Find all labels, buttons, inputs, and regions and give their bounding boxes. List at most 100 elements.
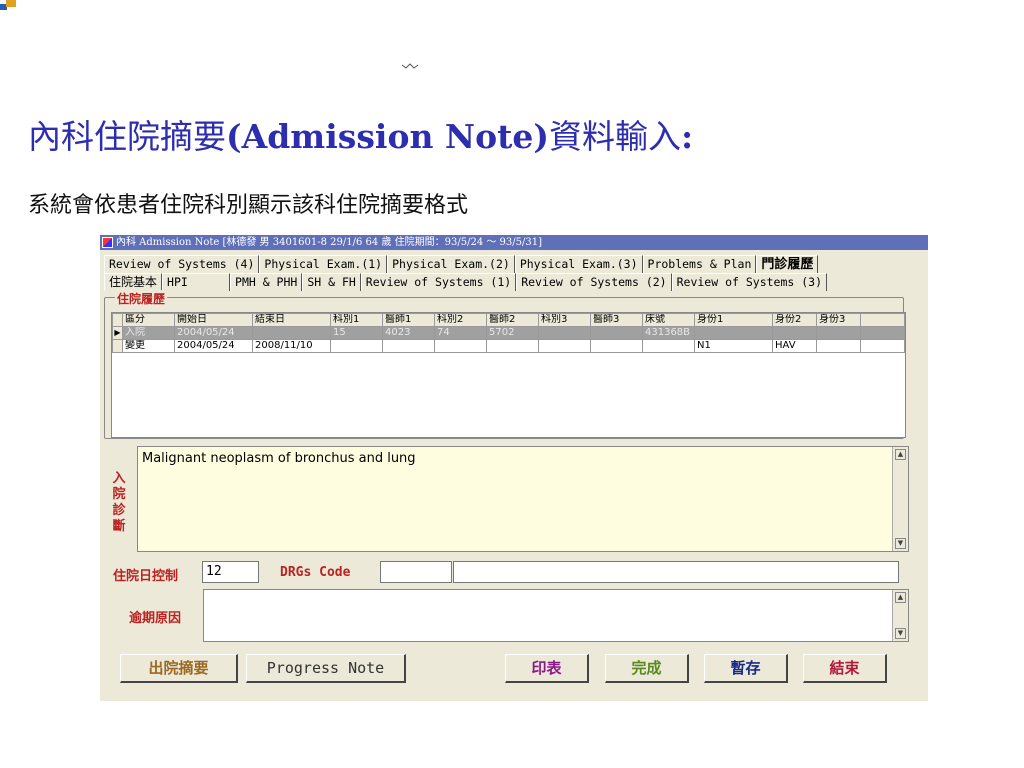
table-cell[interactable] (694, 326, 773, 340)
row-indicator-icon: ▶ (112, 326, 123, 340)
grid-corner (112, 313, 123, 327)
table-cell[interactable] (252, 326, 331, 340)
table-cell[interactable]: 2004/05/24 (174, 326, 253, 340)
tab-review-of-systems-4[interactable]: Review of Systems (4) (104, 255, 260, 273)
tab-outpatient-history[interactable]: 門診履歷 (756, 255, 819, 273)
table-cell[interactable] (816, 339, 861, 353)
col-header[interactable]: 科別3 (538, 313, 591, 327)
tab-physical-exam-1[interactable]: Physical Exam.(1) (259, 255, 388, 273)
table-row[interactable]: ▶ 入院 2004/05/24 15 4023 74 5702 431368B (112, 326, 905, 340)
table-cell[interactable]: 5702 (486, 326, 539, 340)
col-header[interactable]: 科別2 (434, 313, 487, 327)
table-cell[interactable]: 入院 (122, 326, 175, 340)
tab-row-2: 住院基本 HPI PMH & PHH SH & FH Review of Sys… (104, 273, 828, 291)
grid-header-row: 區分 開始日 結束日 科別1 醫師1 科別2 醫師2 科別3 醫師3 床號 身份… (112, 313, 905, 327)
table-cell[interactable]: 2004/05/24 (174, 339, 253, 353)
tab-review-of-systems-2[interactable]: Review of Systems (2) (516, 273, 672, 291)
app-icon (102, 237, 113, 248)
slide-title: 內科住院摘要(Admission Note)資料輸入: (28, 110, 693, 158)
tab-sh-fh[interactable]: SH & FH (302, 273, 361, 291)
admission-history-grid[interactable]: 區分 開始日 結束日 科別1 醫師1 科別2 醫師2 科別3 醫師3 床號 身份… (111, 312, 906, 438)
table-cell[interactable] (434, 339, 487, 353)
table-row[interactable]: 變更 2004/05/24 2008/11/10 N1 HAV (112, 339, 905, 353)
col-header[interactable]: 醫師3 (590, 313, 643, 327)
scroll-up-icon[interactable]: ▲ (895, 449, 906, 460)
admission-note-window: 內科 Admission Note [林德發 男 3401601-8 29/1/… (100, 235, 928, 701)
tab-review-of-systems-1[interactable]: Review of Systems (1) (360, 273, 517, 291)
table-cell[interactable] (816, 326, 861, 340)
scroll-down-icon[interactable]: ▼ (895, 628, 906, 639)
diagnosis-label-char: 診 (112, 503, 126, 518)
table-cell[interactable] (590, 339, 643, 353)
tab-admission-basic[interactable]: 住院基本 (104, 273, 163, 291)
col-header[interactable]: 結束日 (252, 313, 331, 327)
tab-row-1: Review of Systems (4) Physical Exam.(1) … (104, 255, 819, 273)
slide-subtitle: 系統會依患者住院科別顯示該科住院摘要格式 (28, 193, 469, 218)
diagnosis-label-char: 院 (112, 487, 126, 502)
row-indicator (112, 339, 123, 353)
table-cell[interactable]: 4023 (382, 326, 435, 340)
window-titlebar: 內科 Admission Note [林德發 男 3401601-8 29/1/… (100, 235, 928, 250)
tab-problems-plan[interactable]: Problems & Plan (642, 255, 757, 273)
table-cell[interactable]: 15 (330, 326, 383, 340)
drg-description-input[interactable] (453, 561, 899, 583)
table-cell-blank (860, 326, 905, 340)
drg-code-input[interactable] (380, 561, 452, 583)
scroll-down-icon[interactable]: ▼ (895, 538, 906, 549)
window-title: 內科 Admission Note [林德發 男 3401601-8 29/1/… (116, 237, 542, 248)
reason-scrollbar[interactable]: ▲ ▼ (892, 590, 908, 641)
table-cell[interactable]: N1 (694, 339, 773, 353)
days-control-input[interactable]: 12 (202, 561, 259, 583)
table-cell[interactable] (642, 339, 695, 353)
col-header[interactable]: 身份2 (772, 313, 817, 327)
print-button[interactable]: 印表 (505, 654, 589, 683)
diagnosis-scrollbar[interactable]: ▲ ▼ (892, 447, 908, 551)
table-cell[interactable] (590, 326, 643, 340)
scroll-up-icon[interactable]: ▲ (895, 592, 906, 603)
col-header[interactable]: 醫師2 (486, 313, 539, 327)
table-cell[interactable] (330, 339, 383, 353)
diagnosis-label-char: 入 (112, 471, 126, 486)
overdue-reason-textarea[interactable]: ▲ ▼ (203, 589, 909, 642)
table-cell[interactable] (772, 326, 817, 340)
table-cell[interactable]: HAV (772, 339, 817, 353)
table-cell-blank (860, 339, 905, 353)
table-cell[interactable] (538, 339, 591, 353)
close-button[interactable]: 結束 (803, 654, 887, 683)
corner-logo-icon (0, 0, 18, 10)
diagnosis-textarea[interactable]: Malignant neoplasm of bronchus and lung … (137, 446, 909, 552)
complete-button[interactable]: 完成 (605, 654, 689, 683)
title-colon: : (680, 117, 694, 156)
table-cell[interactable] (486, 339, 539, 353)
table-cell[interactable] (382, 339, 435, 353)
col-header-blank (860, 313, 905, 327)
admission-history-label: 住院履歷 (115, 290, 168, 307)
tab-hpi[interactable]: HPI (162, 273, 231, 291)
diagnosis-label-char: 斷 (112, 519, 126, 534)
title-part-zh-1: 內科住院摘要 (28, 117, 226, 156)
col-header[interactable]: 區分 (122, 313, 175, 327)
table-cell[interactable]: 74 (434, 326, 487, 340)
table-cell[interactable]: 2008/11/10 (252, 339, 331, 353)
save-draft-button[interactable]: 暫存 (704, 654, 788, 683)
days-control-label: 住院日控制 (113, 569, 179, 584)
table-cell[interactable] (538, 326, 591, 340)
diagnosis-label: 入 院 診 斷 (112, 471, 126, 535)
table-cell[interactable]: 431368B (642, 326, 695, 340)
progress-note-button[interactable]: Progress Note (246, 654, 406, 683)
table-cell[interactable]: 變更 (122, 339, 175, 353)
col-header[interactable]: 身份1 (694, 313, 773, 327)
tab-physical-exam-3[interactable]: Physical Exam.(3) (514, 255, 643, 273)
title-part-zh-2: 資料輸入 (548, 117, 681, 156)
col-header[interactable]: 科別1 (330, 313, 383, 327)
col-header[interactable]: 醫師1 (382, 313, 435, 327)
col-header[interactable]: 開始日 (174, 313, 253, 327)
col-header[interactable]: 身份3 (816, 313, 861, 327)
col-header[interactable]: 床號 (642, 313, 695, 327)
discharge-summary-button[interactable]: 出院摘要 (120, 654, 238, 683)
admission-history-group: 住院履歷 區分 開始日 結束日 科別1 醫師1 科別2 醫師2 科別3 醫師3 … (104, 290, 906, 439)
tab-admission-basic-label: 住院基本 (109, 275, 158, 289)
tab-pmh-phh[interactable]: PMH & PHH (230, 273, 303, 291)
tab-review-of-systems-3[interactable]: Review of Systems (3) (671, 273, 828, 291)
tab-physical-exam-2[interactable]: Physical Exam.(2) (387, 255, 515, 273)
